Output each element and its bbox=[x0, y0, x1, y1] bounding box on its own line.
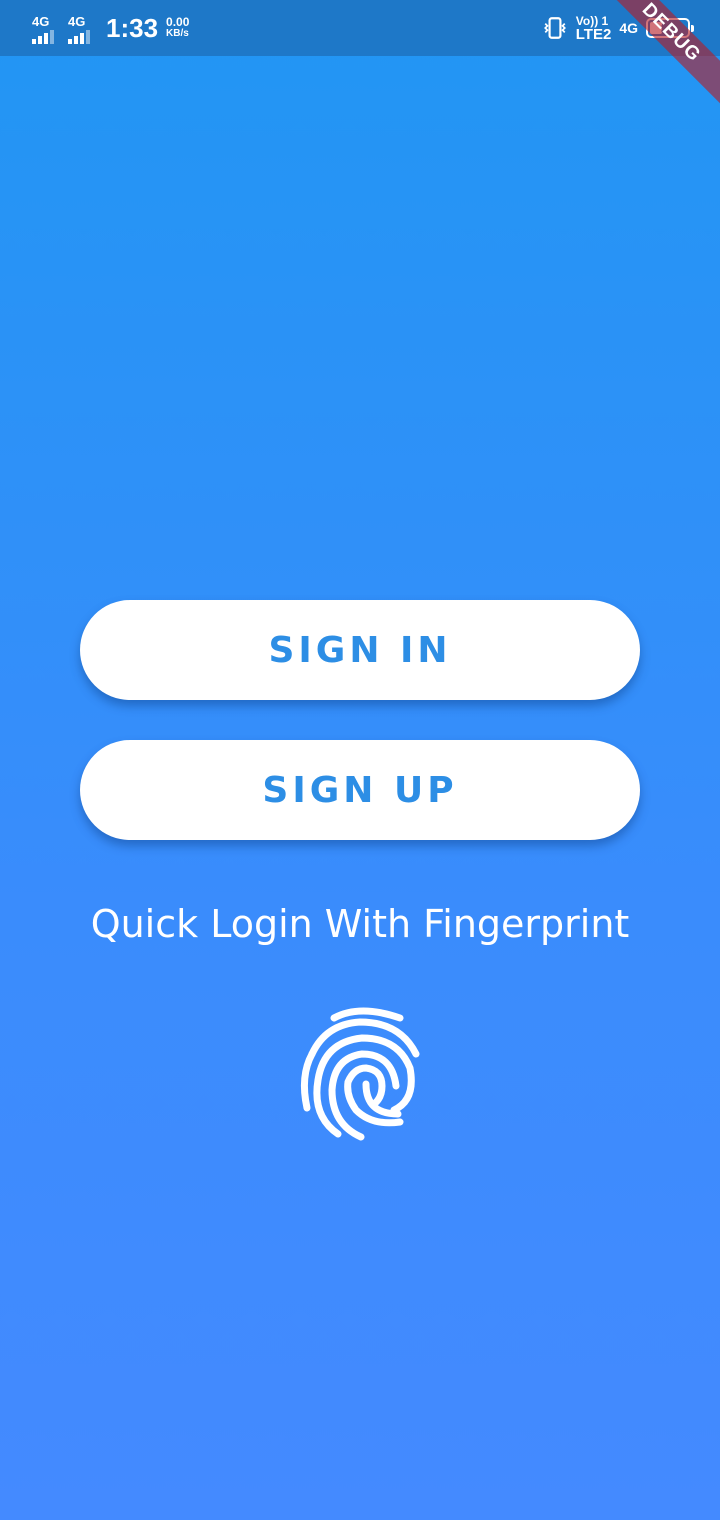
status-bar: 4G 4G 1:33 0.00 KB/s Vo)) 1 LTE2 4G 34 bbox=[0, 0, 720, 56]
network-speed-value: 0.00 bbox=[166, 15, 190, 29]
vibrate-icon bbox=[543, 17, 566, 39]
volte-indicator: Vo)) 1 LTE2 bbox=[576, 14, 612, 42]
quick-login-label: Quick Login With Fingerprint bbox=[90, 902, 630, 946]
clock: 1:33 bbox=[106, 12, 159, 43]
sign-in-button[interactable]: SIGN IN bbox=[80, 600, 640, 700]
fingerprint-icon[interactable] bbox=[290, 998, 430, 1148]
sim2-signal-icon: 4G bbox=[66, 12, 96, 44]
sim2-network-type: 4G bbox=[68, 14, 86, 29]
data-network-type: 4G bbox=[619, 20, 638, 36]
network-speed-unit: KB/s bbox=[166, 28, 189, 39]
sim1-network-type: 4G bbox=[32, 14, 50, 29]
status-bar-left: 4G 4G 1:33 0.00 KB/s bbox=[30, 8, 189, 48]
network-speed: 0.00 KB/s bbox=[166, 16, 189, 40]
sim1-signal-icon: 4G bbox=[30, 12, 60, 44]
lte-label: LTE2 bbox=[575, 26, 612, 43]
sign-up-button[interactable]: SIGN UP bbox=[80, 740, 640, 840]
